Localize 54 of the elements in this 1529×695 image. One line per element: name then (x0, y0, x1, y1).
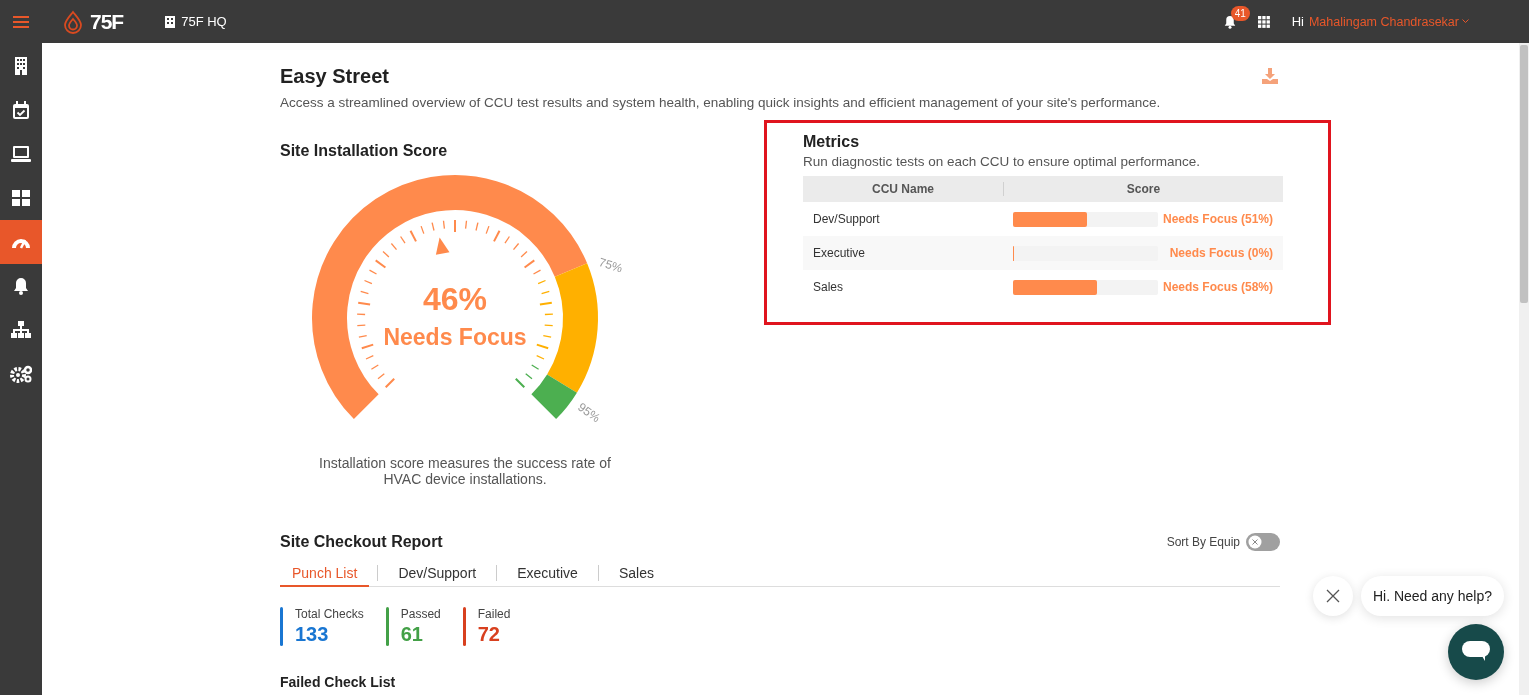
tab[interactable]: Dev/Support (386, 559, 489, 587)
gears-icon (10, 365, 32, 383)
building-icon (13, 57, 29, 75)
section-title: Site Checkout Report (280, 533, 443, 551)
scale-label: 95% (575, 399, 603, 426)
column-header: CCU Name (872, 182, 934, 196)
notification-bell-icon[interactable] (1223, 14, 1236, 29)
scrollbar[interactable] (1519, 43, 1529, 695)
score-value: 46% (423, 281, 487, 317)
chat-bubble-icon (1462, 641, 1490, 663)
table-cell-text: Sales (812, 280, 844, 294)
score-status: Needs Focus (383, 324, 527, 350)
panel-description: Run diagnostic tests on each CCU to ensure optimal performance. (803, 154, 1201, 169)
table-cell: Needs Focus (0%) (1169, 246, 1274, 260)
tab[interactable]: Punch List (280, 559, 370, 587)
stat-label: Passed (400, 607, 441, 621)
stat-value: 133 (295, 623, 330, 646)
table-cell: Needs Focus (58%) (1163, 280, 1274, 294)
table-cell-text: Executive (812, 246, 866, 260)
building-icon (165, 15, 176, 28)
close-icon (1325, 589, 1340, 603)
toggle-label: Sort By Equip (1166, 535, 1240, 549)
section-title: Site Installation Score (280, 142, 449, 160)
hierarchy-icon (11, 321, 31, 339)
page-title: Easy Street (280, 65, 389, 88)
stat-value: 61 (400, 623, 424, 646)
tab[interactable]: Sales (606, 559, 666, 587)
stat-label: Failed (477, 607, 511, 621)
chat-button[interactable] (1448, 624, 1504, 680)
column-header: Score (1126, 182, 1161, 196)
panel-title: Metrics (803, 133, 861, 151)
site-name[interactable]: 75F HQ (181, 14, 227, 29)
laptop-icon (11, 146, 31, 162)
stat-label: Total Checks (295, 607, 364, 621)
brand-name: 75F (90, 9, 124, 34)
greeting-text: Hi (1291, 14, 1304, 29)
sort-toggle[interactable] (1246, 533, 1280, 551)
table-cell-text: Dev/Support (812, 212, 880, 226)
notification-count-badge: 41 (1230, 5, 1250, 21)
tab[interactable]: Executive (505, 559, 590, 587)
scale-label: 75% (597, 255, 625, 276)
chat-message: Hi. Need any help? (1360, 576, 1504, 616)
list-title: Failed Check List (280, 674, 397, 690)
calendar-check-icon (13, 101, 29, 119)
bell-icon (13, 277, 29, 295)
stat-value: 72 (477, 623, 501, 646)
logo-icon (62, 9, 84, 34)
page-description: Access a streamlined overview of CCU test results and system health, enabling quick insights and efficient management of your site's performance. (280, 95, 1162, 110)
gauge-caption: Installation score measures the success rate of HVAC device installations. (318, 455, 612, 487)
grid-icon (12, 190, 30, 206)
apps-grid-icon[interactable] (1257, 15, 1270, 28)
caret-icon[interactable] (1462, 19, 1469, 24)
toggle-knob-icon (1248, 535, 1262, 549)
table-cell: Needs Focus (51%) (1163, 212, 1274, 226)
